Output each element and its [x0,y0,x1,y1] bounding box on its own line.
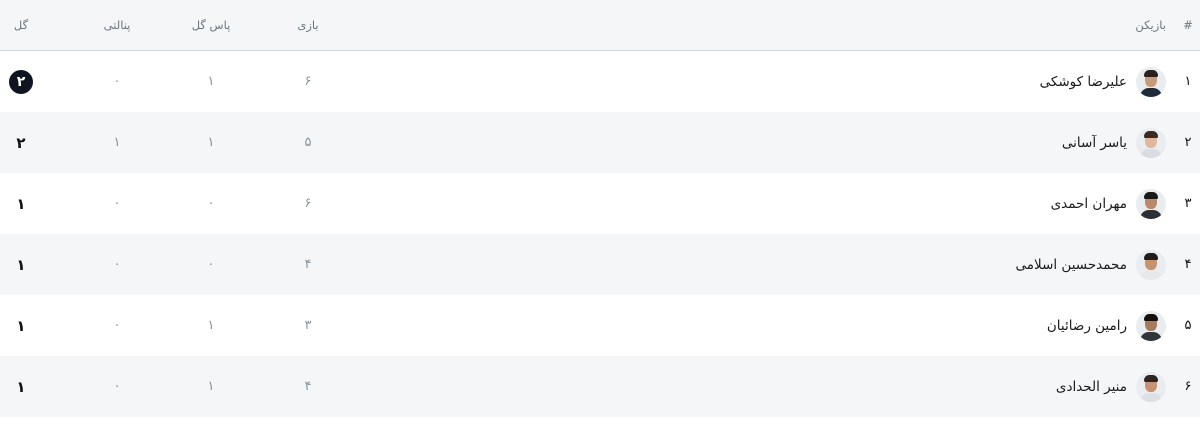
table-row[interactable]: ۲ یاسر آسانی ۵ ۱ ۱ ۲ [0,112,1200,173]
rank-cell: ۵ [1184,318,1192,333]
header-assists[interactable]: پاس گل [178,0,244,50]
games-cell: ۴ [304,257,312,272]
table-row[interactable]: ۶ منیر الحدادی ۴ ۱ ۰ ۱ [0,356,1200,417]
games-cell: ۶ [304,196,312,211]
assists-cell: ۱ [207,379,215,394]
player-name[interactable]: یاسر آسانی [1062,135,1127,151]
player-avatar [1136,66,1166,97]
header-games[interactable]: بازی [275,0,341,50]
player-name[interactable]: علیرضا کوشکی [1040,74,1127,90]
player-cell[interactable]: یاسر آسانی [366,112,1166,173]
table-header: # بازیکن بازی پاس گل پنالتی گل [0,0,1200,51]
header-rank: # [1183,18,1193,32]
table-row[interactable]: ۵ رامین رضائیان ۳ ۱ ۰ ۱ [0,295,1200,356]
goals-cell: ۱ [16,194,26,213]
player-cell[interactable]: علیرضا کوشکی [366,51,1166,112]
rank-cell: ۳ [1184,196,1192,211]
penalties-cell: ۰ [113,257,121,272]
player-cell[interactable]: محمدحسین اسلامی [366,234,1166,295]
header-player[interactable]: بازیکن [366,0,1166,50]
table-row[interactable]: ۱ علیرضا کوشکی ۶ ۱ ۰ ۲ [0,51,1200,112]
rank-cell: ۶ [1184,379,1192,394]
goals-cell: ۱ [16,377,26,396]
header-penalties[interactable]: پنالتی [84,0,150,50]
player-cell[interactable]: مهران احمدی [366,173,1166,234]
penalties-cell: ۱ [113,135,121,150]
assists-cell: ۰ [207,257,215,272]
goals-cell: ۱ [16,316,26,335]
assists-cell: ۱ [207,74,215,89]
games-cell: ۵ [304,135,312,150]
player-cell[interactable]: رامین رضائیان [366,295,1166,356]
player-stats-table: # بازیکن بازی پاس گل پنالتی گل ۱ علیرضا … [0,0,1200,443]
games-cell: ۶ [304,74,312,89]
goals-cell: ۲ [16,133,26,152]
penalties-cell: ۰ [113,379,121,394]
player-name[interactable]: مهران احمدی [1051,196,1127,212]
player-name[interactable]: منیر الحدادی [1056,379,1127,395]
penalties-cell: ۰ [113,318,121,333]
player-avatar [1136,249,1166,280]
goals-cell: ۲ [2,51,40,112]
player-avatar [1136,310,1166,341]
header-goals[interactable]: گل [2,0,40,50]
player-avatar [1136,127,1166,158]
table-row[interactable]: ۳ مهران احمدی ۶ ۰ ۰ ۱ [0,173,1200,234]
table-row[interactable]: ۴ محمدحسین اسلامی ۴ ۰ ۰ ۱ [0,234,1200,295]
assists-cell: ۰ [207,196,215,211]
games-cell: ۴ [304,379,312,394]
player-avatar [1136,188,1166,219]
player-name[interactable]: رامین رضائیان [1047,318,1127,334]
rank-cell: ۱ [1184,74,1192,89]
assists-cell: ۱ [207,318,215,333]
goals-cell: ۱ [16,255,26,274]
rank-cell: ۴ [1184,257,1192,272]
top-scorer-badge: ۲ [9,69,33,94]
player-name[interactable]: محمدحسین اسلامی [1016,257,1127,273]
rank-cell: ۲ [1184,135,1192,150]
penalties-cell: ۰ [113,196,121,211]
player-cell[interactable]: منیر الحدادی [366,356,1166,417]
games-cell: ۳ [304,318,312,333]
player-avatar [1136,371,1166,402]
assists-cell: ۱ [207,135,215,150]
penalties-cell: ۰ [113,74,121,89]
